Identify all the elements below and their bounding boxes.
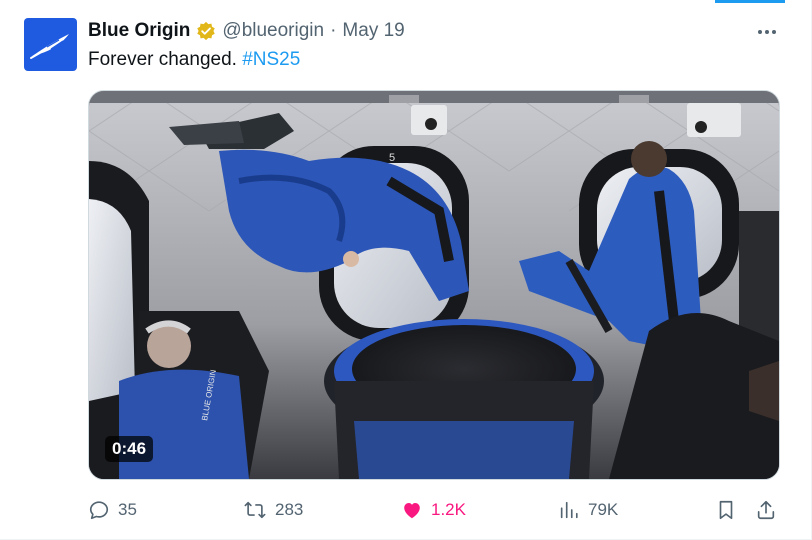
tweet-header: Blue Origin @blueorigin · May 19 (88, 18, 405, 44)
bookmark-icon (719, 500, 733, 520)
heart-icon (404, 502, 420, 519)
more-options-button[interactable] (755, 24, 779, 40)
more-icon (758, 30, 776, 34)
views-button[interactable]: 79K (558, 496, 618, 524)
share-button[interactable] (755, 496, 777, 524)
author-name[interactable]: Blue Origin (88, 20, 190, 42)
repost-icon (244, 501, 266, 519)
feather-logo-icon (29, 33, 69, 59)
post-date[interactable]: May 19 (342, 20, 404, 42)
video-duration: 0:46 (105, 436, 154, 462)
video-player[interactable]: 5 BLUE ORIGIN 0:46 (88, 90, 780, 480)
repost-count: 283 (275, 500, 304, 519)
separator-dot: · (330, 20, 337, 41)
reply-button[interactable]: 35 (88, 496, 137, 524)
tweet-body: Forever changed. (88, 49, 237, 70)
verified-badge-icon[interactable] (196, 21, 216, 41)
action-bar: 35 283 1.2K 79K (88, 496, 788, 524)
hashtag-link[interactable]: #NS25 (242, 49, 300, 70)
top-accent-bar (715, 0, 785, 3)
share-icon (757, 500, 775, 520)
analytics-icon (560, 501, 578, 519)
view-count: 79K (588, 500, 619, 519)
reply-icon (89, 501, 109, 520)
svg-text:5: 5 (389, 152, 395, 164)
bookmark-button[interactable] (715, 496, 737, 524)
tweet-text: Forever changed. #NS25 (88, 48, 300, 72)
like-count: 1.2K (431, 500, 466, 519)
reply-count: 35 (118, 500, 137, 519)
video-frame: 5 BLUE ORIGIN (89, 91, 779, 479)
author-handle[interactable]: @blueorigin (222, 20, 324, 42)
avatar[interactable] (24, 18, 77, 71)
like-button[interactable]: 1.2K (401, 496, 466, 524)
repost-button[interactable]: 283 (243, 496, 303, 524)
